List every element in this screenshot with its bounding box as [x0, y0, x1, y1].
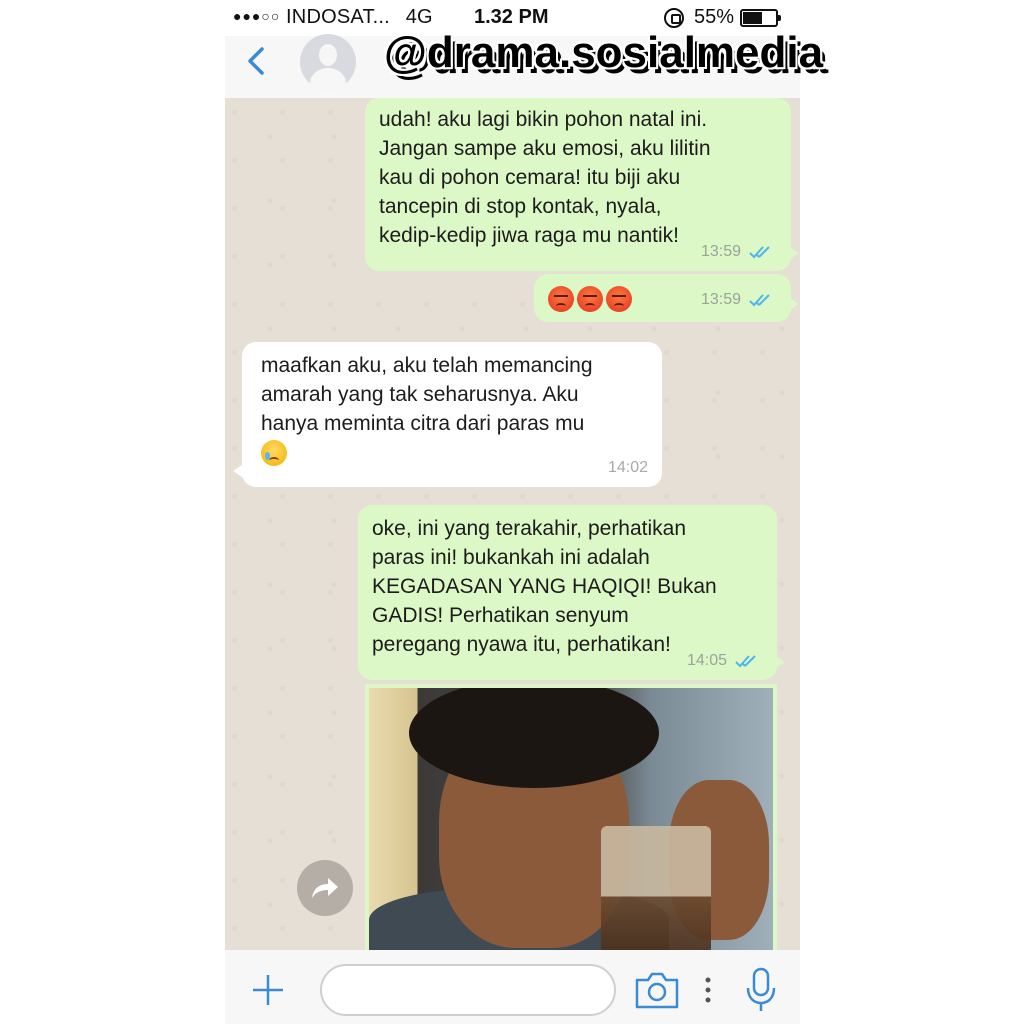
more-dots-icon[interactable]	[704, 976, 712, 1004]
battery-percent: 55%	[694, 6, 735, 28]
double-check-icon	[749, 293, 770, 306]
message-meta: 13:59	[701, 285, 777, 314]
double-check-icon	[749, 245, 770, 258]
message-meta: 13:59	[701, 237, 777, 266]
message-text: udah! aku lagi bikin pohon natal ini. Ja…	[379, 108, 711, 247]
message-bubble-outgoing[interactable]: udah! aku lagi bikin pohon natal ini. Ja…	[365, 98, 799, 271]
message-bubble-outgoing[interactable]: 13:59	[534, 274, 799, 322]
message-time: 14:05	[686, 652, 727, 669]
message-meta: 14:05	[687, 646, 763, 675]
emoji-row	[548, 286, 635, 313]
carrier-name: INDOSAT...	[286, 6, 390, 28]
chevron-left-icon[interactable]	[244, 46, 268, 76]
battery-icon	[740, 8, 782, 27]
message-time: 13:59	[700, 291, 741, 308]
angry-face-icon	[548, 286, 574, 313]
chat-area: udah! aku lagi bikin pohon natal ini. Ja…	[225, 98, 800, 950]
angry-face-icon	[577, 286, 603, 313]
angry-face-icon	[606, 286, 632, 313]
orientation-lock-icon	[664, 7, 684, 28]
contact-avatar[interactable]	[300, 34, 356, 90]
microphone-icon[interactable]	[744, 966, 778, 1014]
signal-strength-icon: ●●●○○	[233, 8, 281, 24]
plus-icon[interactable]	[250, 972, 286, 1008]
message-input[interactable]	[320, 964, 616, 1016]
message-text: maafkan aku, aku telah memancing amarah …	[261, 354, 593, 435]
message-time: 13:59	[700, 243, 741, 260]
forward-arrow-icon	[312, 878, 338, 898]
battery-info: 55%	[664, 6, 782, 29]
double-check-icon	[735, 654, 756, 667]
message-bubble-incoming[interactable]: maafkan aku, aku telah memancing amarah …	[233, 342, 662, 487]
camera-icon[interactable]	[634, 970, 680, 1010]
message-meta: 14:02	[608, 453, 648, 482]
crying-face-icon	[261, 440, 287, 467]
carrier-info: ●●●○○ INDOSAT... 4G	[233, 6, 433, 29]
network-type: 4G	[405, 6, 433, 28]
message-text: oke, ini yang terakahir, perhatikan para…	[372, 517, 717, 656]
forward-button[interactable]	[297, 860, 353, 916]
image-message[interactable]	[365, 684, 777, 950]
message-bubble-outgoing[interactable]: oke, ini yang terakahir, perhatikan para…	[358, 505, 785, 680]
message-time: 14:02	[607, 459, 648, 476]
watermark-text: @drama.sosialmedia	[384, 28, 824, 77]
status-time: 1.32 PM	[474, 6, 549, 28]
